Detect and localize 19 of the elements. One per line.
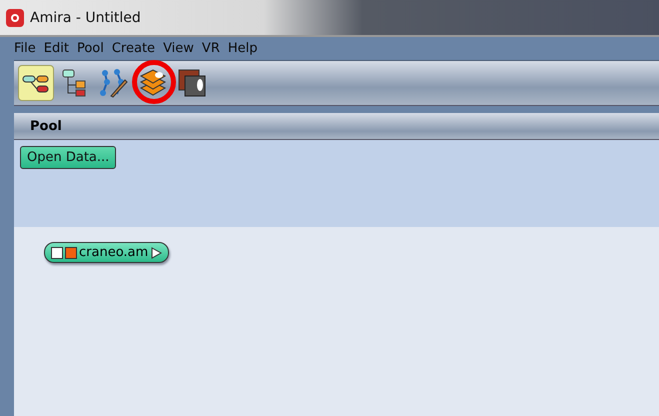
menu-item[interactable]: Create bbox=[112, 41, 156, 56]
menu-item[interactable]: Help bbox=[228, 41, 258, 56]
color-square-icon[interactable] bbox=[65, 246, 77, 258]
layers-icon bbox=[138, 68, 168, 98]
data-object-node[interactable]: craneo.am bbox=[44, 242, 170, 263]
menu-item[interactable]: View bbox=[163, 41, 194, 56]
menu-item[interactable]: Edit bbox=[44, 41, 69, 56]
menu-item[interactable]: File bbox=[14, 41, 36, 56]
open-data-button[interactable]: Open Data... bbox=[20, 146, 116, 169]
visibility-toggle-icon[interactable] bbox=[51, 246, 63, 258]
app-logo-icon bbox=[6, 8, 24, 26]
viewer-icon bbox=[177, 68, 207, 98]
menu-item[interactable]: VR bbox=[202, 41, 220, 56]
window-title: Amira - Untitled bbox=[30, 10, 141, 26]
triangle-icon[interactable] bbox=[150, 246, 162, 258]
menu-item[interactable]: Pool bbox=[76, 41, 104, 56]
panel-title: Pool bbox=[30, 118, 62, 134]
network-pencil-icon bbox=[99, 68, 129, 98]
toolbar-button[interactable] bbox=[18, 65, 54, 101]
